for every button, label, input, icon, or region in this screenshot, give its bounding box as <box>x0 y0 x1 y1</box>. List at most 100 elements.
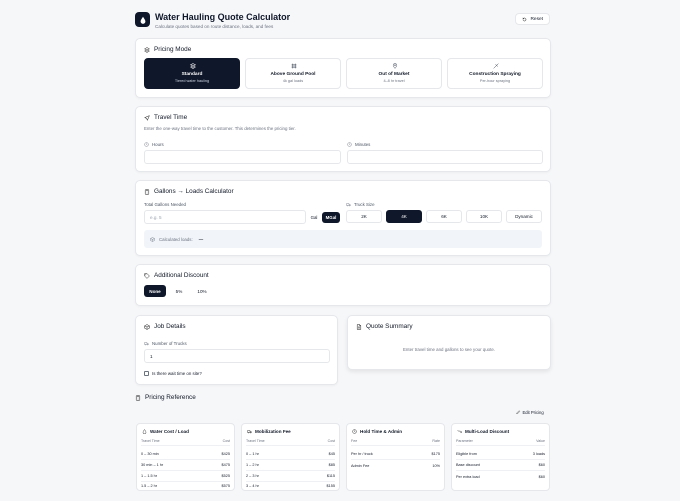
travel-time-title-text: Travel Time <box>154 114 188 121</box>
truck-size-dynamic[interactable]: Dynamic <box>506 210 542 223</box>
trucks-label: Number of Trucks <box>144 341 187 346</box>
mode-out-of-market[interactable]: Out of Market 4–8 hr travel <box>346 58 442 89</box>
truck-size-10k[interactable]: 10K <box>466 210 502 223</box>
water-cost-table: Water Cost / Load Travel Time Cost 0 – 3… <box>136 423 235 491</box>
calculator-icon <box>135 394 141 401</box>
table-row: Eligible from 3 loads <box>456 449 545 460</box>
calculator-icon <box>144 188 150 195</box>
row-value: $575 <box>221 483 230 488</box>
truck-size-label: Truck Size <box>346 202 375 207</box>
row-value: $425 <box>221 452 230 456</box>
row-label: 3 – 4 hr <box>246 483 259 488</box>
row-label: Per hr / truck <box>351 452 373 456</box>
header-cell: Rate <box>432 439 440 443</box>
trucks-input[interactable]: 1 <box>144 349 330 363</box>
header-cell: Cost <box>327 439 335 443</box>
total-gallons-placeholder: e.g. 5 <box>150 214 162 220</box>
header-cell: Parameter <box>456 439 473 443</box>
unit-gal-toggle[interactable]: Gal <box>308 212 320 223</box>
multi-load-title: Multi-Load Discount <box>457 429 509 434</box>
row-value: $60 <box>538 474 545 479</box>
multi-load-title-text: Multi-Load Discount <box>465 429 510 434</box>
row-value: $525 <box>221 474 230 478</box>
discount-none[interactable]: None <box>144 285 166 297</box>
rotate-ccw-icon <box>523 17 527 21</box>
droplet-icon <box>142 429 147 434</box>
app-title: Water Hauling Quote Calculator <box>155 12 291 22</box>
mode-above-ground-pool[interactable]: Above Ground Pool 4k gal loads <box>245 58 341 89</box>
header-cell: Travel Time <box>246 439 265 443</box>
calculated-loads-value: — <box>198 236 204 242</box>
row-label: 1.5 – 2 hr <box>141 483 158 488</box>
row-label: Admin Fee <box>351 463 370 468</box>
table-header: Travel Time Cost <box>246 439 335 446</box>
mode-construction-label: Construction Spraying <box>469 72 521 77</box>
pencil-icon <box>516 410 521 414</box>
job-details-title: Job Details <box>144 323 186 330</box>
travel-time-title: Travel Time <box>144 114 187 121</box>
table-row: 0 – 1 hr $45 <box>246 449 335 460</box>
quote-summary-title-text: Quote Summary <box>366 323 413 330</box>
table-row: 3 – 4 hr $155 <box>246 480 335 491</box>
gallons-card: Gallons → Loads Calculator Total Gallons… <box>135 180 551 256</box>
water-cost-title: Water Cost / Load <box>142 429 189 434</box>
row-value: $115 <box>326 474 335 478</box>
hold-time-title: Hold Time & Admin <box>352 429 402 434</box>
hours-input[interactable] <box>144 150 341 164</box>
minutes-input[interactable] <box>347 150 543 164</box>
reset-button[interactable]: Reset <box>515 13 550 25</box>
discount-10-percent[interactable]: 10% <box>191 285 213 297</box>
table-row: Base discount $60 <box>456 460 545 471</box>
hours-label: Hours <box>144 142 164 147</box>
mode-pool-sub: 4k gal loads <box>282 79 304 83</box>
table-header: Travel Time Cost <box>141 439 230 446</box>
quote-summary-card: Quote Summary Enter travel time and gall… <box>347 315 551 370</box>
mobilization-title-text: Mobilization Fee <box>255 429 291 434</box>
row-label: 0 – 30 min <box>141 452 159 456</box>
row-label: Base discount <box>456 463 480 467</box>
row-value: $85 <box>328 463 335 467</box>
header-cell: Value <box>536 439 545 443</box>
pricing-mode-title: Pricing Mode <box>144 46 191 53</box>
tag-icon <box>144 272 150 279</box>
app-subtitle: Calculate quotes based on route distance… <box>155 24 274 29</box>
mode-out-of-market-label: Out of Market <box>378 72 410 77</box>
wait-time-label: Is there wait time on site? <box>152 371 202 376</box>
gallons-title-text: Gallons → Loads Calculator <box>154 188 234 195</box>
row-value: $155 <box>326 483 335 488</box>
table-row: 1 – 2 hr $85 <box>246 460 335 471</box>
layers-icon <box>144 46 150 53</box>
table-row: 0 – 30 min $425 <box>141 449 230 460</box>
truck-size-4k[interactable]: 4K <box>386 210 422 223</box>
mode-standard-sub: Tiered water hauling <box>174 79 210 83</box>
discount-5-percent[interactable]: 5% <box>169 285 189 297</box>
hours-label-text: Hours <box>152 142 164 147</box>
row-label: 1 – 2 hr <box>246 463 259 467</box>
mode-standard[interactable]: Standard Tiered water hauling <box>144 58 240 89</box>
truck-size-2k[interactable]: 2K <box>346 210 382 223</box>
trend-down-icon <box>457 429 462 433</box>
table-row: Admin Fee 10% <box>351 460 440 471</box>
total-gallons-input[interactable]: e.g. 5 <box>144 210 306 224</box>
pool-icon <box>291 63 297 69</box>
navigation-icon <box>144 114 150 121</box>
truck-size-6k[interactable]: 6K <box>426 210 462 223</box>
row-value: $475 <box>221 463 230 467</box>
mobilization-title: Mobilization Fee <box>247 429 291 434</box>
row-value: 10% <box>432 463 440 468</box>
truck-size-label-text: Truck Size <box>354 202 375 207</box>
hold-time-admin-table: Hold Time & Admin Fee Rate Per hr / truc… <box>346 423 445 491</box>
quote-summary-title: Quote Summary <box>356 323 413 330</box>
table-row: Per extra load $60 <box>456 471 545 482</box>
table-header: Fee Rate <box>351 439 440 446</box>
row-label: Eligible from <box>456 452 477 456</box>
pricing-mode-card: Pricing Mode Standard Tiered water hauli… <box>135 38 551 98</box>
calculated-loads-label: Calculated loads: <box>159 236 193 242</box>
wait-time-checkbox[interactable] <box>144 371 149 376</box>
trucks-label-text: Number of Trucks <box>152 341 187 346</box>
package-icon <box>150 236 155 242</box>
unit-mgal-toggle[interactable]: MGal <box>322 212 340 223</box>
mode-construction-spraying[interactable]: Construction Spraying Per-hour spraying <box>447 58 543 89</box>
edit-pricing-button[interactable]: Edit Pricing <box>512 407 548 417</box>
job-details-title-text: Job Details <box>154 323 186 330</box>
